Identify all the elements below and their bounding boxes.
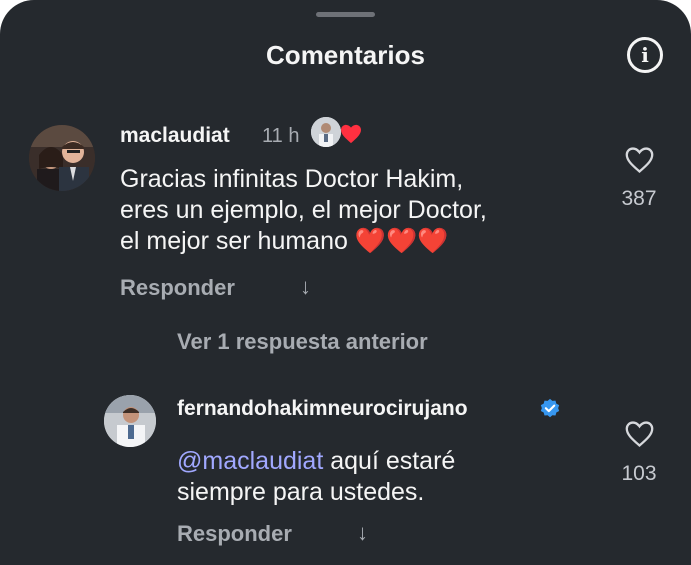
comment-text: Gracias infinitas Doctor Hakim, eres un … bbox=[120, 164, 487, 257]
reply-text: @maclaudiat aquí estaré siempre para ust… bbox=[177, 446, 455, 508]
like-count: 103 bbox=[621, 462, 657, 485]
comment-text-line: el mejor ser humano ❤️❤️❤️ bbox=[120, 227, 449, 255]
info-button[interactable]: i bbox=[627, 37, 663, 73]
reply-text-line: siempre para ustedes. bbox=[177, 478, 425, 506]
avatar[interactable] bbox=[104, 395, 156, 447]
reply-button[interactable]: Responder bbox=[120, 275, 235, 301]
like-count: 387 bbox=[621, 187, 657, 210]
heart-outline-icon[interactable] bbox=[624, 420, 655, 453]
verified-badge-icon bbox=[539, 398, 561, 420]
avatar[interactable] bbox=[29, 125, 95, 191]
comment-username[interactable]: maclaudiat bbox=[120, 124, 230, 148]
reply-button[interactable]: Responder bbox=[177, 521, 292, 547]
comment-time: 11 h bbox=[262, 125, 300, 147]
sheet-title: Comentarios bbox=[266, 40, 425, 70]
comment-text-line: Gracias infinitas Doctor Hakim, bbox=[120, 165, 464, 193]
reply-text-rest: aquí estaré bbox=[323, 447, 456, 475]
sheet-grabber[interactable] bbox=[316, 12, 375, 17]
reply-text-line: @maclaudiat aquí estaré bbox=[177, 446, 455, 477]
info-icon: i bbox=[641, 43, 649, 67]
reply-username[interactable]: fernandohakimneurocirujano bbox=[177, 397, 468, 421]
see-previous-replies-button[interactable]: Ver 1 respuesta anterior bbox=[177, 329, 428, 355]
heart-outline-icon[interactable] bbox=[624, 146, 655, 179]
comments-sheet: Comentarios i maclaudiat 11 h Gracias in… bbox=[0, 0, 691, 565]
heart-filled-icon bbox=[340, 124, 362, 149]
creator-avatar bbox=[311, 117, 341, 147]
arrow-down-icon[interactable]: ↓ bbox=[357, 520, 368, 546]
mention-link[interactable]: @maclaudiat bbox=[177, 447, 323, 475]
comment-text-line: eres un ejemplo, el mejor Doctor, bbox=[120, 196, 487, 224]
arrow-down-icon[interactable]: ↓ bbox=[300, 274, 311, 300]
